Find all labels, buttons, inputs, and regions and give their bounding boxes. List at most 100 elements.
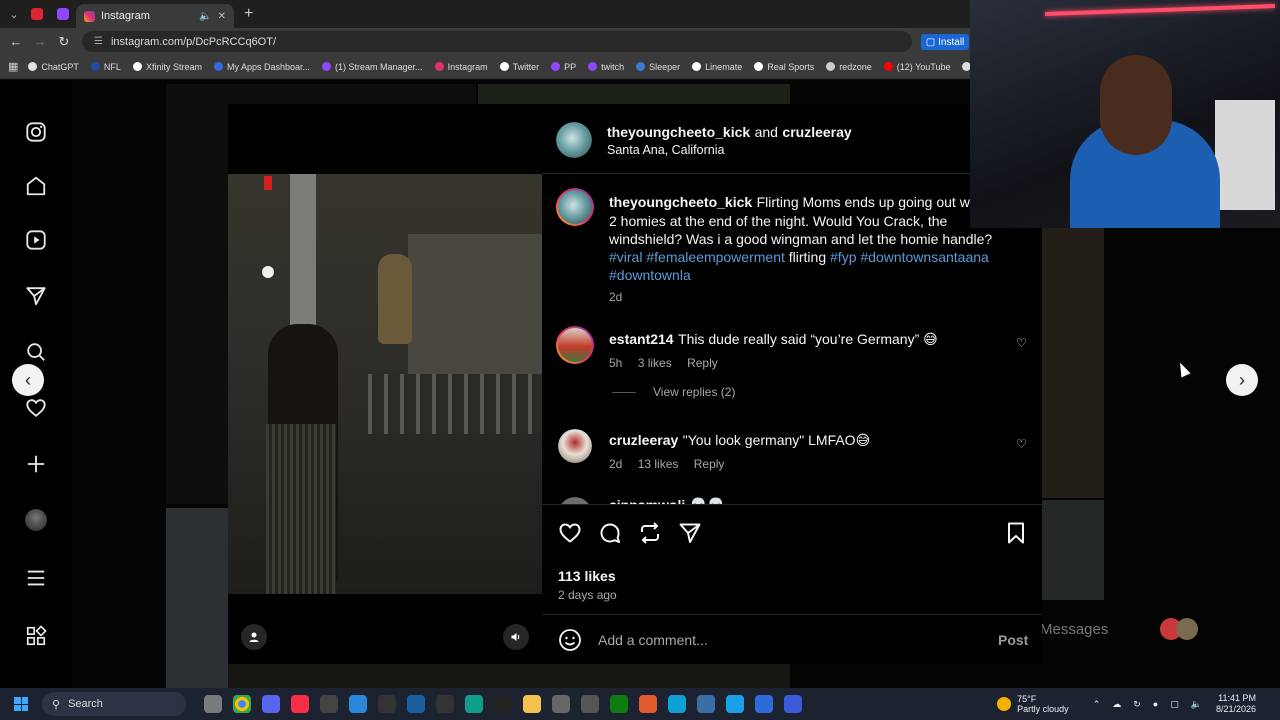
post-comment-button[interactable]: Post xyxy=(998,632,1028,648)
post-video[interactable] xyxy=(228,174,542,594)
profile-avatar[interactable] xyxy=(24,508,48,532)
pinned-tab[interactable] xyxy=(50,0,76,28)
comment-username[interactable]: estant214 xyxy=(609,331,674,347)
search-icon[interactable] xyxy=(24,340,48,364)
create-icon[interactable] xyxy=(24,452,48,476)
bookmark-item[interactable]: redzone xyxy=(826,62,872,72)
bookmark-item[interactable]: (12) YouTube xyxy=(883,62,950,72)
weather-widget[interactable]: 75°F Partly cloudy xyxy=(997,694,1069,714)
bookmark-item[interactable]: Twitter xyxy=(499,62,539,72)
bookmark-item[interactable]: Real Sports xyxy=(754,62,814,72)
close-tab-icon[interactable]: ✕ xyxy=(218,11,226,22)
bookmark-item[interactable]: Linemate xyxy=(692,62,742,72)
photos-icon[interactable] xyxy=(349,695,367,713)
chevron-up-icon[interactable]: ⌃ xyxy=(1093,699,1101,710)
direct-message-icon[interactable] xyxy=(24,284,48,308)
caption-avatar[interactable] xyxy=(556,188,594,226)
app-icon[interactable] xyxy=(378,695,396,713)
taskbar-search[interactable]: ⚲ Search xyxy=(42,692,186,716)
caption-username[interactable]: theyoungcheeto_kick xyxy=(609,194,752,210)
next-post-button[interactable]: › xyxy=(1226,364,1258,396)
hashtag-link[interactable]: #fyp xyxy=(830,249,856,265)
hashtag-link[interactable]: #femaleempowerment xyxy=(646,249,785,265)
apps-icon[interactable] xyxy=(24,624,48,648)
caption-time[interactable]: 2d xyxy=(609,290,622,304)
xbox-icon[interactable] xyxy=(610,695,628,713)
messages-pill[interactable]: Messages xyxy=(1036,612,1226,646)
author-username[interactable]: theyoungcheeto_kick xyxy=(607,124,750,140)
tab-search-icon[interactable]: ⌄ xyxy=(4,4,24,24)
bookmark-item[interactable]: PP xyxy=(551,62,576,72)
steam-icon[interactable] xyxy=(407,695,425,713)
heart-icon[interactable] xyxy=(24,396,48,420)
app-icon[interactable] xyxy=(726,695,744,713)
new-tab-button[interactable]: + xyxy=(244,5,253,23)
hashtag-link[interactable]: #viral xyxy=(609,249,642,265)
share-icon[interactable] xyxy=(678,521,702,545)
tagged-user-button[interactable] xyxy=(241,624,267,650)
app-icon[interactable] xyxy=(639,695,657,713)
display-icon[interactable]: ▢ xyxy=(1170,699,1179,710)
url-field[interactable]: ☰ instagram.com/p/DcPcRCCq6OT/ xyxy=(82,31,912,52)
unmute-button[interactable] xyxy=(503,624,529,650)
emoji-icon[interactable] xyxy=(558,628,582,652)
bookmark-item[interactable]: twitch xyxy=(588,62,624,72)
bookmark-item[interactable]: (1) Stream Manager... xyxy=(322,62,423,72)
view-replies-button[interactable]: View replies (2) xyxy=(653,385,735,399)
hashtag-link[interactable]: #downtownla xyxy=(609,267,691,283)
install-app-button[interactable]: ▢ Install xyxy=(921,34,969,50)
apps-grid-icon[interactable]: ▦ xyxy=(8,60,18,73)
bookmark-item[interactable]: Instagram xyxy=(434,62,488,72)
mic-icon[interactable]: ● xyxy=(1153,699,1158,709)
post-media[interactable] xyxy=(228,104,542,664)
settings-icon[interactable] xyxy=(552,695,570,713)
instagram-icon[interactable] xyxy=(24,120,48,144)
repost-icon[interactable] xyxy=(638,521,662,545)
save-bookmark-icon[interactable] xyxy=(1004,521,1028,545)
comment-time[interactable]: 2d xyxy=(609,457,622,471)
bookmark-item[interactable]: My Apps Dashboar... xyxy=(213,62,310,72)
chrome-icon[interactable] xyxy=(233,695,251,713)
app-icon[interactable] xyxy=(465,695,483,713)
app-icon[interactable] xyxy=(320,695,338,713)
likes-count[interactable]: 113 likes xyxy=(558,568,616,584)
like-comment-icon[interactable]: ♡ xyxy=(1016,437,1027,451)
comment-icon[interactable] xyxy=(598,521,622,545)
menu-icon[interactable] xyxy=(24,566,48,590)
author-avatar[interactable] xyxy=(556,122,592,158)
app-icon[interactable] xyxy=(697,695,715,713)
comment-likes[interactable]: 3 likes xyxy=(638,356,672,370)
site-info-icon[interactable]: ☰ xyxy=(94,36,103,47)
comment-reply-button[interactable]: Reply xyxy=(687,356,718,370)
like-icon[interactable] xyxy=(558,521,582,545)
network-icon[interactable]: ☁ xyxy=(1112,699,1121,710)
comment-input[interactable]: Add a comment... xyxy=(598,632,708,648)
bookmark-item[interactable]: ChatGPT xyxy=(28,62,79,72)
epic-games-icon[interactable] xyxy=(494,695,512,713)
app-icon[interactable] xyxy=(436,695,454,713)
comment-avatar[interactable] xyxy=(558,497,592,504)
like-comment-icon[interactable]: ♡ xyxy=(1016,336,1027,350)
app-icon[interactable] xyxy=(581,695,599,713)
comment-reply-button[interactable]: Reply xyxy=(694,457,725,471)
discord-icon[interactable] xyxy=(262,695,280,713)
app-icon[interactable] xyxy=(784,695,802,713)
comment-avatar[interactable] xyxy=(558,429,592,463)
volume-icon[interactable]: 🔈 xyxy=(1191,699,1202,710)
hashtag-link[interactable]: #downtownsantaana xyxy=(860,249,988,265)
speaker-icon[interactable]: 🔈 xyxy=(199,11,211,22)
app-icon[interactable] xyxy=(755,695,773,713)
bookmark-item[interactable]: NFL xyxy=(90,62,121,72)
home-icon[interactable] xyxy=(24,174,48,198)
clock[interactable]: 11:41 PM 8/21/2026 xyxy=(1216,693,1256,715)
comment-username[interactable]: cruzleeray xyxy=(609,432,678,448)
back-button[interactable]: ← xyxy=(4,34,28,49)
comment-time[interactable]: 5h xyxy=(609,356,622,370)
forward-button[interactable]: → xyxy=(28,34,52,49)
bookmark-item[interactable]: Xfinity Stream xyxy=(132,62,202,72)
comment-likes[interactable]: 13 likes xyxy=(638,457,679,471)
bookmark-item[interactable]: Sleeper xyxy=(636,62,680,72)
post-location[interactable]: Santa Ana, California xyxy=(607,143,724,157)
previous-post-button[interactable]: ‹ xyxy=(12,364,44,396)
comment-username[interactable]: cinnamwoli xyxy=(609,497,685,504)
